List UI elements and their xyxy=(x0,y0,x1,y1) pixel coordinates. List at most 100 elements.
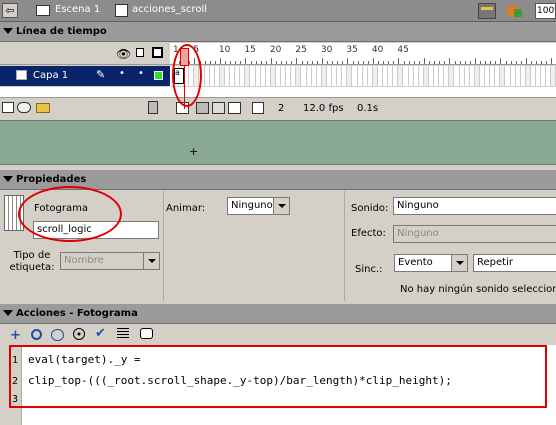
insert-layer-icon[interactable] xyxy=(2,102,14,113)
ruler-label: 40 xyxy=(371,45,384,55)
ruler-tick xyxy=(531,61,532,64)
insert-folder-icon[interactable] xyxy=(36,103,50,113)
edit-symbol-icon[interactable] xyxy=(505,3,527,19)
divider xyxy=(163,191,164,301)
ruler-tick xyxy=(352,61,354,64)
label-type-value: Nombre xyxy=(64,255,104,266)
ruler-tick xyxy=(449,58,451,64)
sync-select[interactable]: Evento xyxy=(394,254,468,272)
ruler-tick xyxy=(332,61,334,64)
layer-color-swatch[interactable] xyxy=(154,71,163,80)
ruler-tick xyxy=(347,58,349,64)
edit-scene-icon[interactable] xyxy=(478,3,496,19)
onion-skin-icon[interactable] xyxy=(196,102,209,114)
frame-rate[interactable]: 12.0 fps xyxy=(303,103,344,114)
add-guide-layer-icon[interactable] xyxy=(17,102,31,113)
current-frame: 2 xyxy=(278,103,285,114)
ruler-tick xyxy=(301,61,303,64)
effect-select[interactable]: Ninguno xyxy=(393,225,556,243)
ruler-tick xyxy=(214,61,216,64)
repeat-select[interactable]: Repetir xyxy=(473,254,556,272)
ruler-tick xyxy=(525,58,527,64)
sound-caption: Sonido: xyxy=(351,203,389,214)
ruler-tick xyxy=(321,58,323,64)
ruler-tick xyxy=(260,61,262,64)
label-type-select[interactable]: Nombre xyxy=(60,252,160,270)
actions-panel-header[interactable]: Acciones - Fotograma xyxy=(0,304,556,324)
auto-format-icon[interactable] xyxy=(117,328,129,340)
ruler-tick xyxy=(546,61,548,64)
frame-cell[interactable] xyxy=(551,66,556,86)
trash-icon[interactable] xyxy=(148,101,158,114)
timeline-panel-header[interactable]: Línea de tiempo xyxy=(0,22,556,42)
ruler-tick xyxy=(464,61,466,64)
collapse-triangle-icon[interactable] xyxy=(3,28,13,34)
modify-onion-markers-icon[interactable] xyxy=(252,102,264,114)
effect-value: Ninguno xyxy=(397,228,439,239)
registration-crosshair: + xyxy=(189,145,199,158)
ruler-tick xyxy=(204,61,206,64)
actions-toolbar: + ✔ xyxy=(0,325,556,345)
ruler-tick xyxy=(423,58,425,64)
ruler-tick xyxy=(536,61,538,64)
ruler-tick xyxy=(250,61,252,64)
sound-select[interactable]: Ninguno xyxy=(393,197,556,215)
document-toolbar: ⇦ Escena 1 acciones_scroll 100% xyxy=(0,0,556,22)
ruler-tick xyxy=(311,61,313,64)
timeline-empty-area xyxy=(0,87,556,97)
edit-multiple-frames-icon[interactable] xyxy=(228,102,241,114)
chevron-down-icon xyxy=(273,198,289,214)
frame-name-highlight-ellipse xyxy=(18,186,122,242)
layer-column-header: 👁 xyxy=(0,43,170,65)
ruler-tick xyxy=(490,61,492,64)
sync-caption: Sinc.: xyxy=(355,264,383,275)
ruler-tick xyxy=(270,58,272,64)
symbol-breadcrumb[interactable]: acciones_scroll xyxy=(132,4,207,15)
check-syntax-icon[interactable]: ✔ xyxy=(95,326,106,341)
effect-caption: Efecto: xyxy=(351,228,386,239)
symbol-icon xyxy=(115,4,128,17)
frames-row[interactable]: a xyxy=(170,66,556,86)
ruler-tick xyxy=(362,61,364,64)
ruler-tick xyxy=(286,61,288,64)
frame-ruler[interactable]: 1 5 10 15 20 25 30 35 40 45 xyxy=(170,43,556,65)
playhead-line xyxy=(184,66,185,109)
target-path-icon[interactable] xyxy=(73,328,85,340)
chevron-down-icon xyxy=(143,253,159,269)
add-statement-icon[interactable]: + xyxy=(10,328,21,343)
lock-dot-icon[interactable]: • xyxy=(138,68,144,79)
eye-icon[interactable]: 👁 xyxy=(116,47,131,61)
visibility-dot-icon[interactable]: • xyxy=(119,68,125,79)
find-icon[interactable] xyxy=(31,329,42,340)
layer-row[interactable]: Capa 1 ✎ • • xyxy=(0,66,170,86)
label-type-caption: Tipo de etiqueta: xyxy=(9,250,55,273)
ruler-tick xyxy=(225,61,226,64)
collapse-triangle-icon[interactable] xyxy=(3,176,13,182)
scene-breadcrumb[interactable]: Escena 1 xyxy=(55,4,100,15)
layer-name[interactable]: Capa 1 xyxy=(33,70,68,81)
lock-icon[interactable] xyxy=(136,48,144,57)
ruler-tick xyxy=(276,61,277,64)
ruler-tick xyxy=(383,61,385,64)
ruler-tick xyxy=(413,61,415,64)
outline-icon[interactable] xyxy=(152,47,163,58)
replace-icon[interactable] xyxy=(51,329,64,341)
scene-icon xyxy=(36,5,50,16)
ruler-label: 30 xyxy=(320,45,333,55)
back-arrow-icon[interactable]: ⇦ xyxy=(2,3,18,18)
ruler-tick xyxy=(245,58,247,64)
ruler-label: 45 xyxy=(397,45,409,55)
collapse-triangle-icon[interactable] xyxy=(3,310,13,316)
ruler-tick xyxy=(240,61,242,64)
ruler-tick xyxy=(235,61,237,64)
animate-select[interactable]: Ninguno xyxy=(227,197,290,215)
zoom-field[interactable]: 100% xyxy=(535,3,556,19)
ruler-tick xyxy=(378,61,379,64)
code-hint-icon[interactable] xyxy=(140,328,153,339)
ruler-tick xyxy=(209,61,211,64)
ruler-tick xyxy=(398,58,400,64)
ruler-tick xyxy=(372,58,374,64)
stage-area[interactable]: + xyxy=(0,120,556,165)
ruler-label: 10 xyxy=(218,45,231,55)
onion-outline-icon[interactable] xyxy=(212,102,225,114)
